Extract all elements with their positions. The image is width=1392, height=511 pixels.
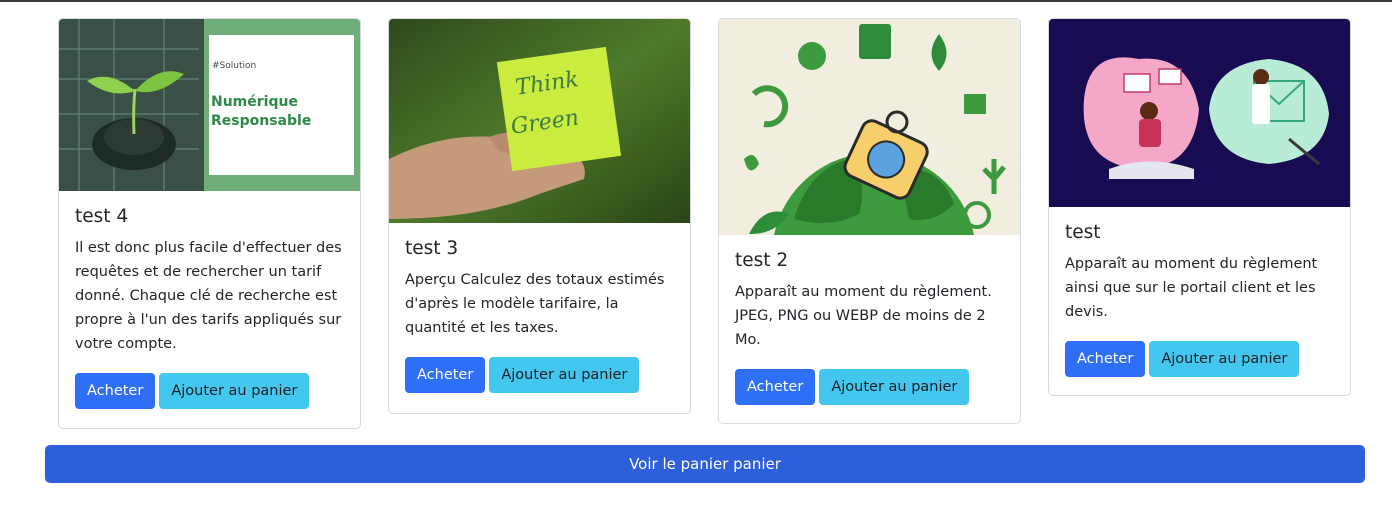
buy-button[interactable]: Acheter <box>735 369 816 405</box>
product-card-test-2: test 2 Apparaît au moment du règlement. … <box>718 18 1021 424</box>
svg-text:Numérique: Numérique <box>211 94 298 110</box>
product-title: test 3 <box>405 238 459 259</box>
product-image-email-cleanup <box>1049 19 1350 207</box>
product-description: Apparaît au moment du règlement. JPEG, P… <box>735 284 992 348</box>
add-to-cart-button[interactable]: Ajouter au panier <box>159 373 310 409</box>
product-title: test 4 <box>75 206 129 227</box>
product-card-test: test Apparaît au moment du règlement ain… <box>1048 18 1351 396</box>
product-card-test-3: Think Green test 3 Aperçu Calculez des t… <box>388 18 691 414</box>
svg-text:#Solution: #Solution <box>212 61 256 71</box>
top-border <box>0 0 1392 2</box>
buy-button[interactable]: Acheter <box>75 373 156 409</box>
add-to-cart-button[interactable]: Ajouter au panier <box>489 357 640 393</box>
product-title: test 2 <box>735 250 789 271</box>
view-cart-button[interactable]: Voir le panier panier <box>45 445 1365 483</box>
svg-text:Responsable: Responsable <box>211 113 311 129</box>
product-image-think-green: Think Green <box>389 19 690 223</box>
product-image-eco-globe <box>719 19 1020 235</box>
add-to-cart-button[interactable]: Ajouter au panier <box>1149 341 1300 377</box>
add-to-cart-button[interactable]: Ajouter au panier <box>819 369 970 405</box>
product-description: Aperçu Calculez des totaux estimés d'apr… <box>405 272 665 336</box>
product-description: Il est donc plus facile d'effectuer des … <box>75 240 342 352</box>
buy-button[interactable]: Acheter <box>405 357 486 393</box>
product-description: Apparaît au moment du règlement ainsi qu… <box>1065 256 1318 320</box>
product-card-test-4: #Solution Numérique Responsable test 4 I… <box>58 18 361 429</box>
product-title: test <box>1065 222 1101 243</box>
buy-button[interactable]: Acheter <box>1065 341 1146 377</box>
product-image-numerique-responsable: #Solution Numérique Responsable <box>59 19 360 191</box>
